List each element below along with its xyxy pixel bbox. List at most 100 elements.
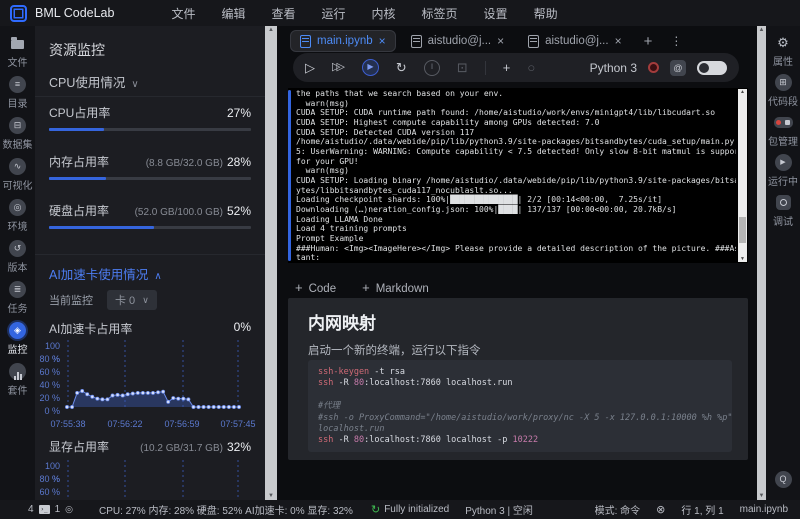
menu-item[interactable]: 标签页	[409, 5, 471, 22]
pause-button[interactable]: ‖	[423, 59, 440, 76]
sidebar-item-suite[interactable]: 套件	[8, 363, 28, 397]
sidebar-item-label: 环境	[7, 222, 28, 233]
y-tick-label: 100 %	[44, 461, 60, 484]
scroll-down-icon[interactable]: ▼	[757, 493, 766, 499]
gpu-section-label: AI加速卡使用情况	[49, 268, 149, 282]
notebook-toolbar: ▷ ▷▷ ▶ ↻ ‖ ⊡ + ○ Python 3 @	[293, 53, 739, 82]
close-icon[interactable]: ×	[379, 34, 386, 48]
kernel-state[interactable]: Python 3 | 空闲	[465, 502, 533, 517]
sidebar-item-tasks[interactable]: ≣ 任务	[8, 281, 28, 315]
cpu-section-header[interactable]: CPU使用情况 ∨	[49, 72, 139, 91]
sidebar-item-label: 文件	[7, 58, 28, 69]
chevron-up-icon: ∧	[154, 271, 162, 282]
sidebar-item-files[interactable]: 文件	[8, 35, 28, 69]
new-tab-button[interactable]: +	[637, 33, 660, 50]
scroll-up-icon[interactable]: ▲	[265, 27, 277, 33]
panel-scrollbar[interactable]: ▲ ▼	[265, 26, 277, 500]
chart-plot	[67, 460, 239, 500]
notebook-icon	[410, 34, 422, 48]
progress-fill	[49, 177, 106, 180]
restart-kernel-button[interactable]: ↻	[396, 61, 407, 74]
scroll-up-icon[interactable]: ▲	[757, 27, 766, 33]
output-line: CUDA SETUP: Loading binary /home/aistudi…	[296, 175, 736, 185]
menu-item[interactable]: 设置	[471, 5, 521, 22]
output-line: warn(msg)	[296, 166, 349, 176]
save-button[interactable]: ⊡	[457, 61, 468, 74]
progress-bar	[49, 177, 251, 180]
mode-toggle[interactable]	[697, 60, 727, 75]
cursor-position[interactable]: 行 1, 列 1	[681, 502, 723, 517]
output-line: tant:	[296, 253, 321, 263]
run-all-button[interactable]: ▷▷	[332, 62, 345, 73]
sidebar-item-visualization[interactable]: ∿ 可视化	[3, 158, 33, 192]
code-line: localhost.run	[318, 424, 722, 435]
card-select[interactable]: 卡 0 ∨	[107, 290, 157, 310]
progress-fill	[49, 128, 104, 131]
output-scrollbar[interactable]: ▲ ▼	[738, 89, 747, 262]
markdown-cell[interactable]: 内网映射 启动一个新的终端，运行以下指令 ssh-keygen -t rsa ss…	[288, 298, 748, 460]
add-cell-button[interactable]: +	[503, 61, 511, 74]
chart-y-axis: 100 % 80 % 60 %	[37, 460, 63, 500]
output-line: CUDA SETUP: Highest compute capability a…	[296, 117, 600, 127]
output-line: CUDA SETUP: CUDA runtime path found: /ho…	[296, 108, 716, 118]
progress-bar	[49, 226, 251, 229]
sidebar-item-directory[interactable]: ≡ 目录	[8, 76, 28, 110]
run-button[interactable]: ▷	[305, 61, 315, 74]
tasks-icon: ≣	[9, 281, 26, 298]
code-token: 10222	[512, 435, 539, 446]
menu-item[interactable]: 运行	[309, 5, 359, 22]
y-tick-label: 40 %	[39, 380, 60, 390]
code-token: ssh	[318, 378, 334, 389]
tool-item-label: 代码段	[768, 97, 798, 108]
app-logo-icon	[10, 4, 27, 22]
session-counts[interactable]: 4 ›_ 1 ◎	[28, 504, 73, 515]
sidebar-item-monitor[interactable]: ◈ 监控	[8, 322, 28, 356]
menu-item[interactable]: 查看	[258, 5, 308, 22]
tool-item-properties[interactable]: ⚙ 属性	[773, 34, 793, 68]
scrollbar-thumb[interactable]	[739, 217, 746, 243]
sidebar-item-dataset[interactable]: ⊟ 数据集	[3, 117, 33, 151]
menu-item[interactable]: 编辑	[208, 5, 258, 22]
menu-items: 文件 编辑 查看 运行 内核 标签页 设置 帮助	[158, 5, 570, 22]
meter-cpu: CPU占用率 27%	[49, 104, 251, 131]
tab-aistudio-j-[interactable]: aistudio@j... ×	[519, 31, 630, 51]
markdown-heading: 内网映射	[308, 314, 376, 333]
notification-icon[interactable]: ⊗	[656, 503, 665, 516]
sidebar-item-environment[interactable]: ◎ 环境	[8, 199, 28, 233]
editor-mode[interactable]: 模式: 命令	[595, 502, 641, 517]
run-current-button[interactable]: ▶	[361, 59, 379, 76]
menu-item[interactable]: 内核	[359, 5, 409, 22]
resource-monitor-panel: 资源监控 CPU使用情况 ∨ CPU占用率 27% 内存占用率 (8.8 GB/32.0…	[35, 26, 265, 500]
chart-x-axis: 07:55:38 07:56:22 07:56:59 07:57:45	[37, 418, 263, 431]
tab-menu-button[interactable]: ⋮	[665, 34, 687, 48]
scroll-down-icon[interactable]: ▼	[738, 256, 747, 262]
kernel-name[interactable]: Python 3	[590, 61, 637, 75]
terminal-icon: ›_	[38, 505, 50, 514]
main-scrollbar[interactable]: ▲ ▼	[757, 26, 766, 500]
search-button[interactable]: Q	[774, 471, 792, 488]
tab-main-ipynb[interactable]: main.ipynb ×	[290, 30, 396, 52]
current-monitor-row: 当前监控 卡 0 ∨	[49, 290, 157, 310]
add-code-button[interactable]: + Code	[295, 280, 336, 295]
menu-item[interactable]: 文件	[158, 5, 208, 22]
close-icon[interactable]: ×	[615, 34, 622, 48]
scroll-up-icon[interactable]: ▲	[738, 89, 747, 95]
tool-item-packages[interactable]: 包管理	[768, 114, 798, 148]
gpu-section-header[interactable]: AI加速卡使用情况 ∧	[49, 264, 162, 283]
tab-aistudio-j-[interactable]: aistudio@j... ×	[402, 31, 513, 51]
scroll-down-icon[interactable]: ▼	[265, 493, 277, 499]
close-icon[interactable]: ×	[497, 34, 504, 48]
menu-bar: BML CodeLab 文件 编辑 查看 运行 内核 标签页 设置 帮助	[0, 0, 800, 26]
assistant-badge-icon[interactable]: @	[670, 59, 686, 76]
x-tick-label: 07:56:22	[107, 419, 143, 429]
add-markdown-button[interactable]: + Markdown	[362, 280, 429, 295]
tool-item-debug[interactable]: 调试	[773, 194, 793, 228]
sidebar-item-version[interactable]: ↺ 版本	[8, 240, 28, 274]
tool-item-running[interactable]: ▶ 运行中	[768, 154, 798, 188]
tool-item-snippets[interactable]: ⊞ 代码段	[768, 74, 798, 108]
menu-item[interactable]: 帮助	[521, 5, 571, 22]
environment-icon: ◎	[9, 199, 26, 216]
current-filename: main.ipynb	[739, 504, 788, 515]
toggle-knob-icon	[699, 62, 709, 73]
monitor-icon: ◈	[9, 322, 26, 339]
